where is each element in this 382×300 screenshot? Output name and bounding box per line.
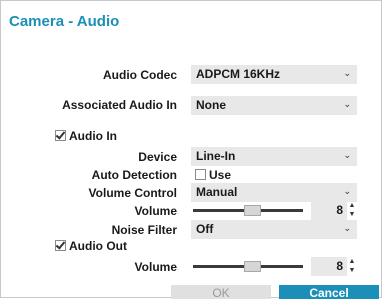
audio-out-label: Audio Out: [69, 239, 127, 253]
audio-in-checkbox[interactable]: Audio In: [55, 129, 117, 143]
chevron-down-icon: ⌄: [343, 223, 351, 233]
audio-out-volume-label: Volume: [134, 260, 177, 274]
chevron-down-icon: ⌄: [343, 186, 351, 196]
audio-codec-label: Audio Codec: [103, 68, 177, 82]
ok-button[interactable]: OK: [171, 285, 271, 300]
associated-audio-in-select[interactable]: None ⌄: [191, 96, 357, 115]
auto-detection-use-label: Use: [209, 168, 232, 182]
device-label: Device: [138, 150, 177, 164]
spinner-arrows-icon[interactable]: ▲ ▼: [347, 257, 357, 276]
audio-out-volume-slider[interactable]: [193, 261, 303, 272]
cancel-button[interactable]: Cancel: [279, 285, 379, 300]
audio-out-volume-input[interactable]: 8: [311, 257, 347, 276]
audio-in-volume-label: Volume: [134, 204, 177, 218]
volume-control-label: Volume Control: [88, 186, 177, 200]
checkbox-checked-icon: [55, 130, 66, 141]
auto-detection-label: Auto Detection: [91, 168, 177, 182]
audio-out-checkbox[interactable]: Audio Out: [55, 239, 127, 253]
noise-filter-label: Noise Filter: [111, 223, 177, 237]
audio-codec-value: ADPCM 16KHz: [196, 67, 281, 81]
audio-codec-select[interactable]: ADPCM 16KHz ⌄: [191, 65, 357, 84]
noise-filter-value: Off: [196, 222, 214, 236]
spinner-arrows-icon[interactable]: ▲ ▼: [347, 201, 357, 220]
audio-in-volume-slider-handle[interactable]: [244, 205, 261, 216]
chevron-down-icon: ⌄: [343, 99, 351, 109]
audio-out-volume-slider-handle[interactable]: [244, 261, 261, 272]
checkbox-checked-icon: [55, 240, 66, 251]
camera-audio-dialog: Camera - Audio Audio Codec ADPCM 16KHz ⌄…: [0, 0, 382, 300]
volume-control-value: Manual: [196, 185, 238, 199]
chevron-down-icon: ⌄: [343, 150, 351, 160]
audio-in-volume-slider[interactable]: [193, 205, 303, 216]
auto-detection-checkbox[interactable]: Use: [195, 168, 231, 182]
audio-in-label: Audio In: [69, 129, 117, 143]
chevron-down-icon: ⌄: [343, 68, 351, 78]
dialog-title: Camera - Audio: [9, 13, 120, 30]
device-value: Line-In: [196, 149, 236, 163]
device-select[interactable]: Line-In ⌄: [191, 147, 357, 166]
checkbox-unchecked-icon: [195, 169, 206, 180]
volume-control-select[interactable]: Manual ⌄: [191, 183, 357, 202]
associated-audio-in-label: Associated Audio In: [62, 98, 177, 112]
audio-in-volume-input[interactable]: 8: [311, 201, 347, 220]
noise-filter-select[interactable]: Off ⌄: [191, 220, 357, 239]
associated-audio-in-value: None: [196, 98, 226, 112]
